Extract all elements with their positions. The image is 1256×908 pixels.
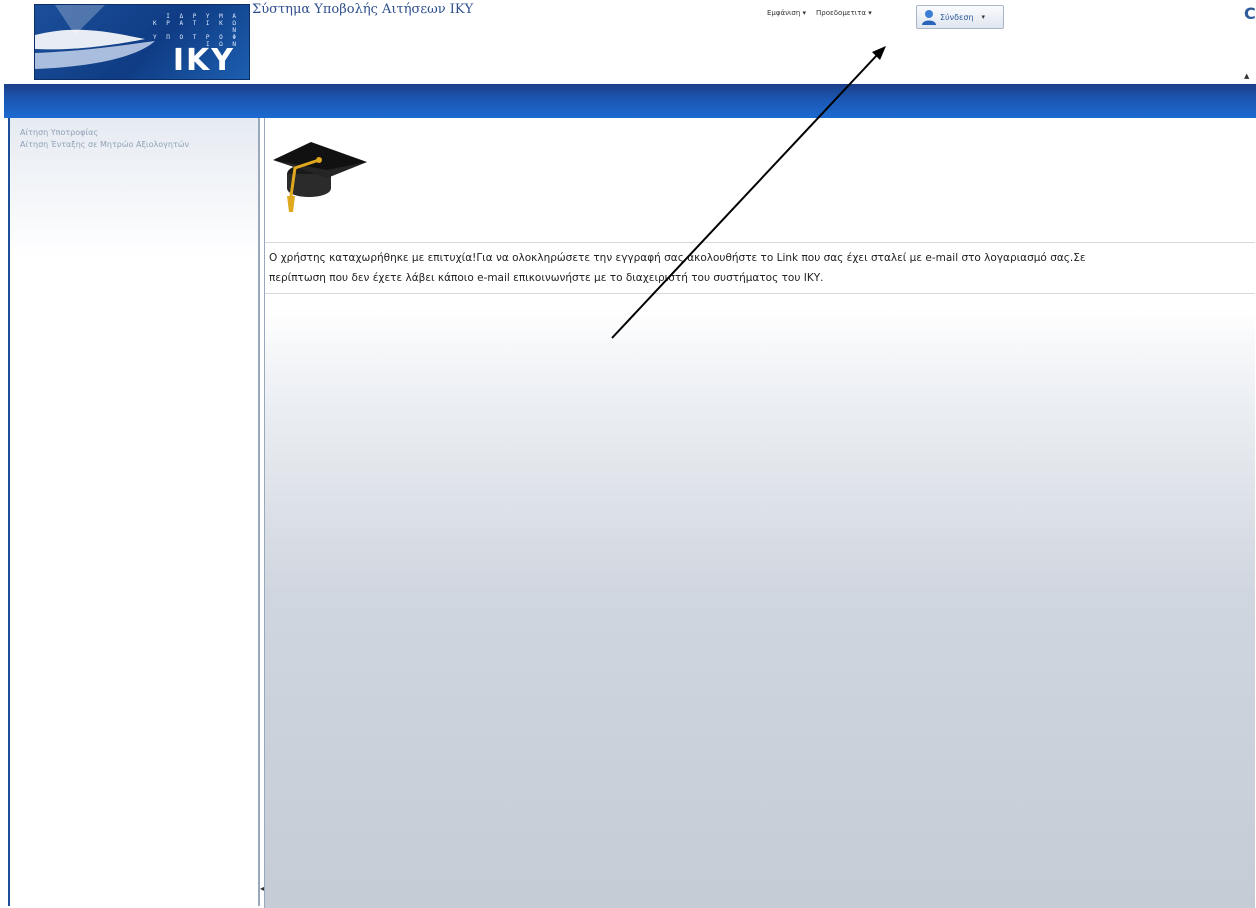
scroll-up-icon[interactable]: ▲ xyxy=(1244,72,1249,80)
success-message: Ο χρήστης καταχωρήθηκε με επιτυχία!Για ν… xyxy=(265,242,1255,294)
icon-area xyxy=(265,118,1255,242)
menu-view[interactable]: Εμφάνιση ▾ xyxy=(767,9,806,17)
graduation-cap-icon xyxy=(273,142,367,212)
sidebar-item-evaluator-registry-application[interactable]: Αίτηση Ένταξης σε Μητρώο Αξιολογητών xyxy=(20,140,189,149)
sidebar: Αίτηση Υποτροφίας Αίτηση Ένταξης σε Μητρ… xyxy=(8,118,260,906)
iky-logo[interactable]: Ι Δ Ρ Υ Μ Α Κ Ρ Α Τ Ι Κ Ω Ν Υ Π Ο Τ Ρ Ο … xyxy=(34,4,250,80)
app-title: Σύστημα Υποβολής Αιτήσεων ΙΚΥ xyxy=(252,2,474,17)
chevron-down-icon: ▾ xyxy=(981,13,986,21)
message-line-1: Ο χρήστης καταχωρήθηκε με επιτυχία!Για ν… xyxy=(269,252,1086,264)
login-button[interactable]: Σύνδεση ▾ xyxy=(916,5,1004,29)
sidebar-item-scholarship-application[interactable]: Αίτηση Υποτροφίας xyxy=(20,128,98,137)
top-menu: Εμφάνιση ▾ Προεδομετιτα ▾ xyxy=(767,9,872,17)
main-content: Ο χρήστης καταχωρήθηκε με επιτυχία!Για ν… xyxy=(264,118,1255,908)
header: Ι Δ Ρ Υ Μ Α Κ Ρ Α Τ Ι Κ Ω Ν Υ Π Ο Τ Ρ Ο … xyxy=(0,0,1256,86)
corner-icon[interactable]: C xyxy=(1244,4,1256,23)
user-icon xyxy=(920,8,938,26)
message-line-2: περίπτωση που δεν έχετε λάβει κάποιο e-m… xyxy=(269,272,824,284)
menu-preferences[interactable]: Προεδομετιτα ▾ xyxy=(816,9,872,17)
login-label: Σύνδεση xyxy=(940,12,974,22)
header-band xyxy=(4,84,1256,118)
logo-big-text: ΙΚΥ xyxy=(172,43,235,78)
